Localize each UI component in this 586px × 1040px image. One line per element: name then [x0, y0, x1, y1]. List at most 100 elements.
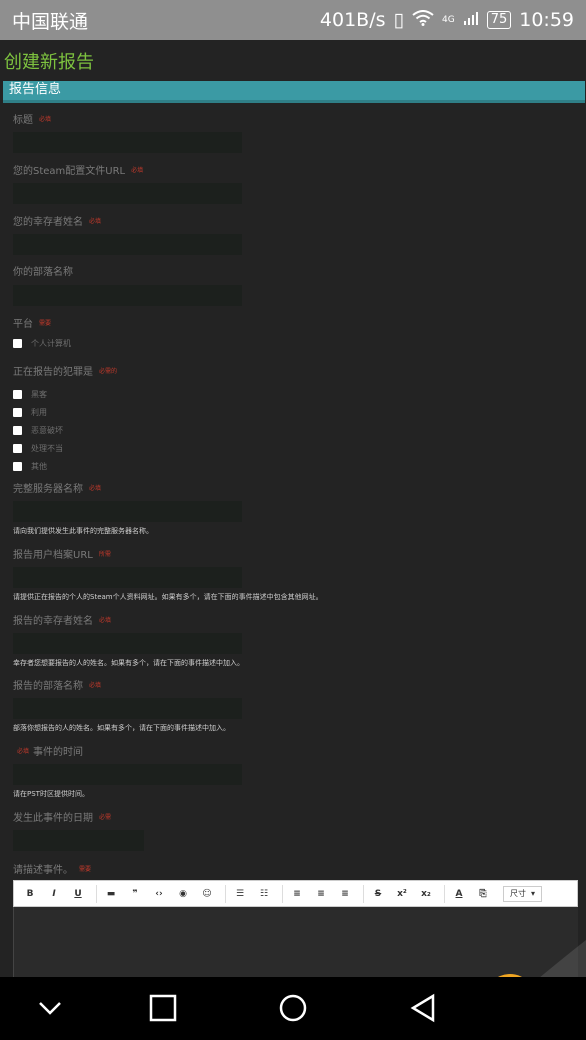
font-size-label: 尺寸: [510, 889, 526, 898]
survivor-name-input[interactable]: [13, 234, 242, 255]
font-color-icon[interactable]: A: [449, 884, 469, 904]
home-icon[interactable]: [276, 991, 310, 1025]
title-input[interactable]: [13, 132, 242, 153]
bold-icon[interactable]: B: [20, 884, 40, 904]
checkbox[interactable]: [13, 338, 22, 348]
reported-steam-label: 报告用户档案URL: [13, 550, 93, 561]
italic-icon[interactable]: I: [44, 884, 64, 904]
clock: 10:59: [519, 9, 574, 31]
carrier-label: 中国联通: [12, 10, 89, 33]
checkbox[interactable]: [13, 407, 22, 417]
signal-icon: [463, 9, 479, 31]
page-title: 创建新报告: [4, 52, 94, 73]
checkbox[interactable]: [13, 389, 22, 399]
tribe-name-input[interactable]: [13, 285, 242, 306]
reported-steam-input[interactable]: [13, 567, 242, 588]
back-icon[interactable]: [406, 991, 440, 1025]
reported-steam-hint: 请提供正在报告的个人的Steam个人资料网址。如果有多个，请在下面的事件描述中包…: [13, 593, 323, 601]
option-label: 黑客: [31, 389, 47, 399]
required-badge: 必填: [89, 218, 102, 225]
required-badge: 必填: [89, 485, 102, 492]
option-label: 处理不当: [31, 443, 63, 453]
clear-format-icon[interactable]: ⎘: [473, 884, 493, 904]
required-badge: 必需: [99, 814, 112, 821]
required-badge: 必填: [99, 617, 112, 624]
vibrate-icon: ▯: [393, 9, 404, 31]
section-header: 报告信息: [3, 81, 585, 103]
divider: [96, 884, 97, 903]
network-type: 4G: [441, 15, 455, 25]
platform-option-pc[interactable]: 个人计算机: [13, 334, 71, 352]
server-name-input[interactable]: [13, 501, 242, 522]
offense-option-hacking[interactable]: 黑客: [13, 385, 117, 403]
event-time-input[interactable]: [13, 764, 242, 785]
survivor-name-label: 您的幸存者姓名: [13, 217, 83, 228]
offense-option-griefing[interactable]: 恶意破坏: [13, 421, 117, 439]
report-page: 创建新报告 报告信息 标题 必填 您的Steam配置文件URL 必填 您的幸存者姓名…: [0, 40, 586, 977]
option-label: 恶意破坏: [31, 425, 63, 435]
code-icon[interactable]: ‹›: [149, 884, 169, 904]
title-label: 标题: [13, 115, 33, 126]
checkbox[interactable]: [13, 443, 22, 453]
status-bar: 中国联通 401B/s ▯ 4G 75 10:59: [0, 0, 586, 40]
required-badge: 所需: [98, 551, 111, 558]
required-badge: 必填: [131, 167, 144, 174]
underline-icon[interactable]: U: [68, 884, 88, 904]
divider: [225, 884, 226, 903]
field-label: 标题 必填: [13, 113, 242, 127]
option-label: 其他: [31, 461, 47, 471]
server-name-label: 完整服务器名称: [13, 484, 83, 495]
recent-apps-icon[interactable]: [146, 991, 180, 1025]
wifi-icon: [412, 9, 434, 31]
description-label: 请描述事件。: [13, 865, 73, 876]
reported-survivor-hint: 幸存者您想要报告的人的姓名。如果有多个，请在下面的事件描述中加入。: [13, 659, 244, 667]
divider: [282, 884, 283, 903]
spoiler-icon[interactable]: ◉: [173, 884, 193, 904]
required-badge: 需要: [79, 866, 92, 873]
steam-url-label: 您的Steam配置文件URL: [13, 166, 126, 177]
event-time-hint: 请在PST时区提供时间。: [13, 790, 89, 798]
reported-survivor-input[interactable]: [13, 633, 242, 654]
reported-tribe-input[interactable]: [13, 698, 242, 719]
align-right-icon[interactable]: ≡: [335, 884, 355, 904]
event-date-label: 发生此事件的日期: [13, 813, 93, 824]
align-center-icon[interactable]: ≡: [311, 884, 331, 904]
strikethrough-block-icon[interactable]: ▬: [101, 884, 121, 904]
offense-option-other[interactable]: 其他: [13, 457, 117, 475]
divider: [444, 884, 445, 903]
reported-tribe-hint: 部落你想报告的人的姓名。如果有多个，请在下面的事件描述中加入。: [13, 724, 230, 732]
checkbox[interactable]: [13, 461, 22, 471]
tribe-name-label: 你的部落名称: [13, 267, 73, 278]
bullet-list-icon[interactable]: ☰: [230, 884, 250, 904]
offense-label: 正在报告的犯罪是: [13, 367, 93, 378]
hide-keyboard-icon[interactable]: [33, 991, 67, 1025]
required-badge: 需要: [39, 320, 52, 327]
offense-option-misconduct[interactable]: 处理不当: [13, 439, 117, 457]
option-label: 个人计算机: [31, 338, 71, 348]
offense-option-exploit[interactable]: 利用: [13, 403, 117, 421]
font-size-select[interactable]: 尺寸 ▾: [503, 885, 543, 902]
reported-tribe-label: 报告的部落名称: [13, 681, 83, 692]
event-date-input[interactable]: [13, 830, 144, 851]
subscript-icon[interactable]: x₂: [416, 884, 436, 904]
required-badge: 必填: [39, 116, 52, 123]
editor-toolbar: B I U ▬ ❞ ‹› ◉ ☺ ☰ ☷ ≡ ≡ ≡ S x² x₂ A ⎘ 尺…: [13, 880, 578, 907]
steam-url-input[interactable]: [13, 183, 242, 204]
checkbox[interactable]: [13, 425, 22, 435]
required-badge: 必填: [89, 682, 102, 689]
align-left-icon[interactable]: ≡: [287, 884, 307, 904]
quote-icon[interactable]: ❞: [125, 884, 145, 904]
event-time-label: 事件的时间: [33, 747, 84, 758]
reported-survivor-label: 报告的幸存者姓名: [13, 616, 93, 627]
chevron-down-icon: ▾: [531, 889, 536, 898]
navigation-bar: [0, 977, 586, 1040]
strikethrough-icon[interactable]: S: [368, 884, 388, 904]
divider: [363, 884, 364, 903]
emoji-icon[interactable]: ☺: [197, 884, 217, 904]
superscript-icon[interactable]: x²: [392, 884, 412, 904]
battery-indicator: 75: [486, 11, 512, 29]
status-right: 401B/s ▯ 4G 75 10:59: [320, 9, 574, 31]
required-badge: 必填: [17, 748, 30, 755]
numbered-list-icon[interactable]: ☷: [254, 884, 274, 904]
required-badge: 必需的: [99, 368, 118, 375]
